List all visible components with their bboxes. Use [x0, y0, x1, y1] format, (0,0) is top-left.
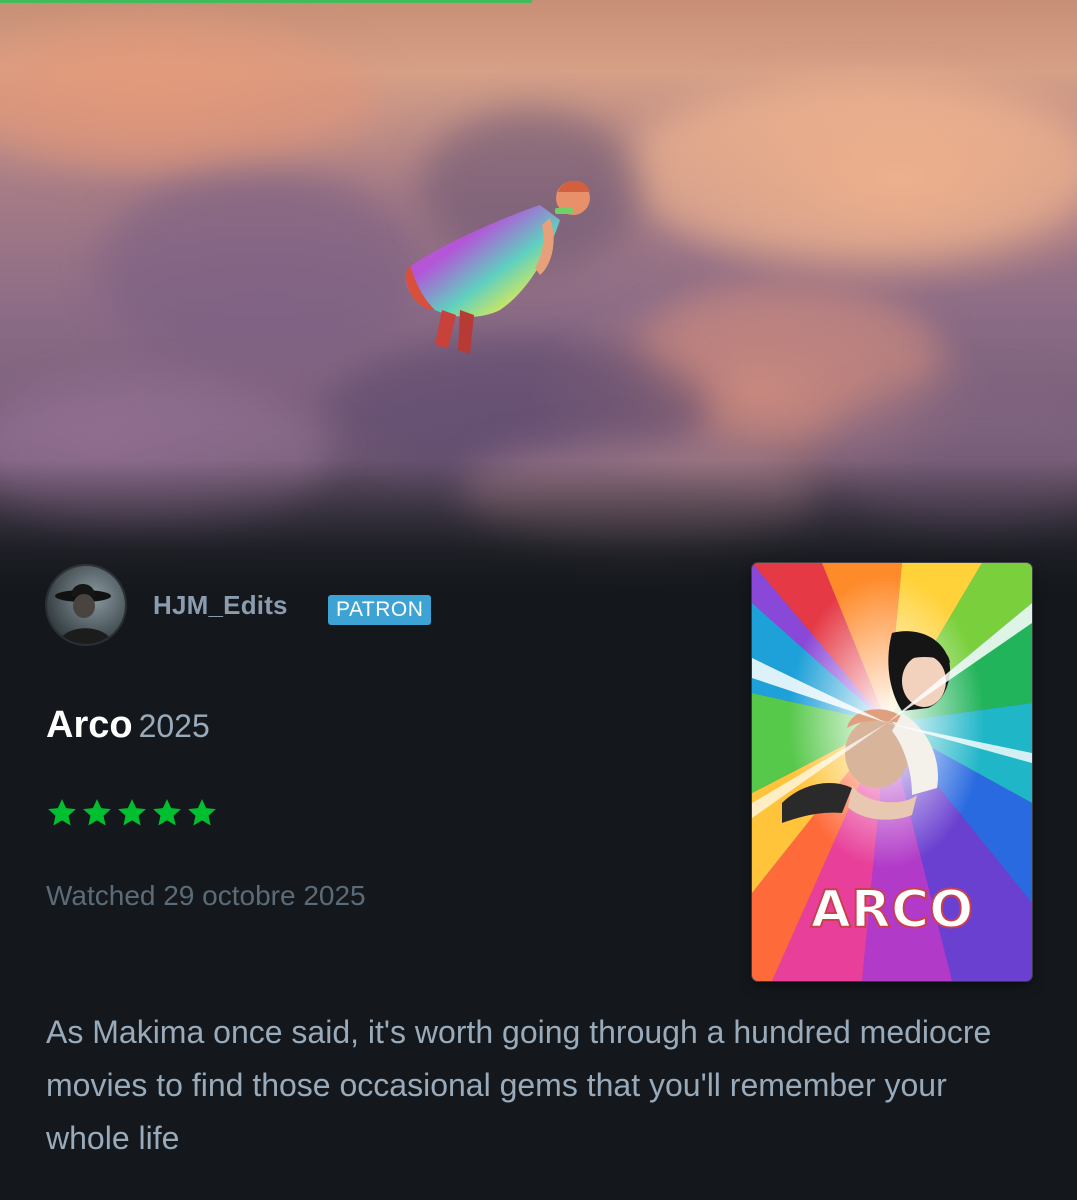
poster-title: ARCO [811, 880, 974, 939]
star-icon [153, 799, 181, 826]
poster-title-art: ARCO [810, 879, 975, 939]
film-title-line: Arco 2025 [46, 704, 210, 747]
review-text: As Makima once said, it's worth going th… [46, 1014, 992, 1156]
avatar[interactable] [47, 566, 125, 644]
flying-figure-illustration [405, 180, 590, 354]
film-year[interactable]: 2025 [139, 708, 210, 744]
star-icon [48, 799, 76, 826]
backdrop-image [0, 0, 1077, 600]
review-page: HJM_Edits PATRON Arco 2025 Watched 29 oct… [0, 0, 1077, 1200]
star-icon [118, 799, 146, 826]
star-rating [45, 796, 219, 830]
star-icon [188, 799, 216, 826]
star-icon [83, 799, 111, 826]
watched-date: Watched 29 octobre 2025 [46, 880, 366, 911]
loading-progress-bar [0, 0, 532, 3]
film-title[interactable]: Arco [46, 704, 133, 746]
avatar-image [47, 566, 125, 644]
patron-badge: PATRON [328, 595, 432, 625]
username-link[interactable]: HJM_Edits [153, 590, 288, 621]
poster-image[interactable]: ARCO [752, 563, 1032, 981]
